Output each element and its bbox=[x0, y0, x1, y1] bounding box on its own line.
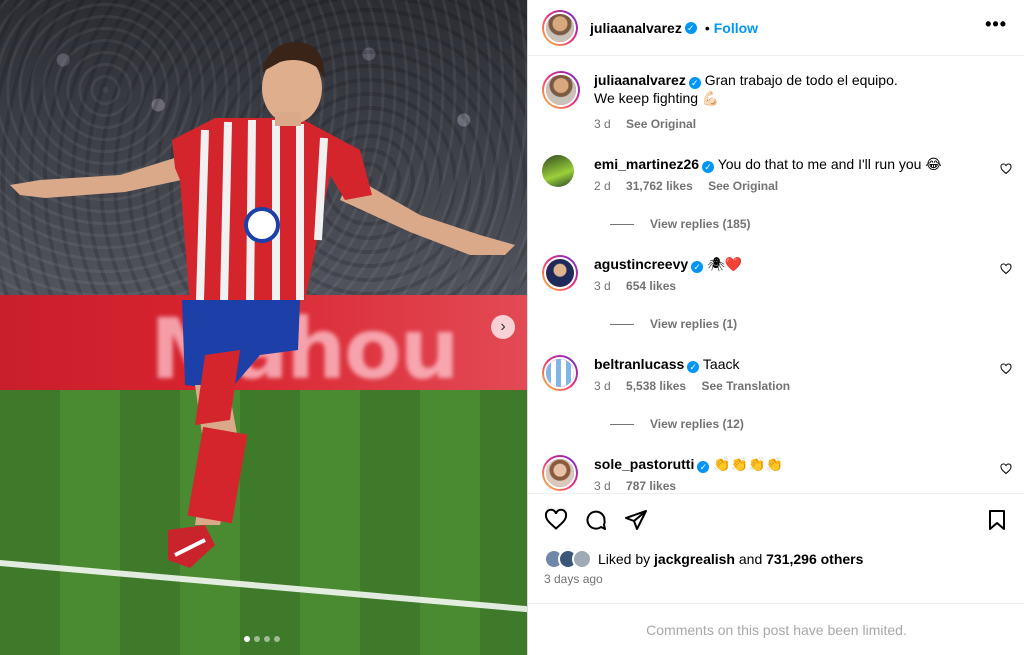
comment-item: emi_martinez26 ✓ You do that to me and I'… bbox=[542, 155, 1012, 245]
view-replies-label: View replies (185) bbox=[650, 217, 751, 231]
share-send-icon[interactable] bbox=[624, 508, 648, 532]
like-comment-heart-icon[interactable] bbox=[1000, 463, 1012, 475]
carousel-dot bbox=[244, 636, 250, 642]
replies-divider bbox=[610, 223, 634, 225]
comment-likes[interactable]: 787 likes bbox=[626, 479, 676, 493]
comment-age: 3 d bbox=[594, 479, 611, 493]
post-actions: Liked by jackgrealish and 731,296 others… bbox=[528, 493, 1024, 603]
replies-divider bbox=[610, 423, 634, 425]
view-replies-button[interactable]: View replies (185) bbox=[610, 217, 751, 231]
comments-limited-notice: Comments on this post have been limited. bbox=[528, 603, 1024, 655]
comment-avatar[interactable] bbox=[542, 455, 578, 491]
comment-bubble-icon[interactable] bbox=[584, 508, 608, 532]
see-original-link[interactable]: See Original bbox=[708, 179, 778, 193]
caption-text-line2: We keep fighting 💪🏻 bbox=[594, 90, 720, 106]
comment-username[interactable]: agustincreevy bbox=[594, 256, 688, 272]
comment-likes[interactable]: 654 likes bbox=[626, 279, 676, 293]
liked-by-others[interactable]: 731,296 others bbox=[766, 551, 863, 567]
see-original-link[interactable]: See Original bbox=[626, 117, 696, 131]
verified-badge-icon: ✓ bbox=[697, 461, 710, 473]
comment-likes[interactable]: 5,538 likes bbox=[626, 379, 686, 393]
post-side-panel: juliaanalvarez ✓ • Follow ••• juliaanalv… bbox=[527, 0, 1024, 655]
like-comment-heart-icon[interactable] bbox=[1000, 363, 1012, 375]
liked-by-and: and bbox=[738, 551, 763, 567]
replies-divider bbox=[610, 323, 634, 325]
author-avatar[interactable] bbox=[542, 9, 578, 46]
comment-age: 3 d bbox=[594, 379, 611, 393]
likes-summary: Liked by jackgrealish and 731,296 others bbox=[544, 549, 863, 569]
comment-avatar[interactable] bbox=[542, 155, 574, 187]
comment-avatar[interactable] bbox=[542, 355, 578, 391]
comment-avatar[interactable] bbox=[542, 255, 578, 291]
liker-avatars[interactable] bbox=[544, 549, 592, 569]
post-timestamp: 3 days ago bbox=[544, 572, 603, 586]
header-separator: • bbox=[704, 19, 710, 36]
carousel-indicator bbox=[244, 636, 280, 642]
verified-badge-icon: ✓ bbox=[688, 77, 701, 89]
more-options-icon[interactable]: ••• bbox=[985, 14, 1007, 35]
follow-button[interactable]: Follow bbox=[714, 20, 758, 36]
verified-badge-icon: ✓ bbox=[684, 21, 697, 34]
post-header: juliaanalvarez ✓ • Follow ••• bbox=[528, 0, 1024, 56]
caption-text: Gran trabajo de todo el equipo. bbox=[704, 72, 898, 88]
comment-text: 👏👏👏👏 bbox=[713, 456, 783, 472]
comment-username[interactable]: emi_martinez26 bbox=[594, 156, 699, 172]
instagram-post-view: Mahou › juliaanalvarez ✓ • Follow ••• ju… bbox=[0, 0, 1024, 655]
comment-item: agustincreevy ✓ 🕷❤️ 3 d 654 likes bbox=[542, 255, 1012, 345]
chevron-right-icon: › bbox=[500, 318, 506, 335]
comment-text: 🕷❤️ bbox=[707, 256, 743, 272]
verified-badge-icon: ✓ bbox=[702, 161, 715, 173]
like-comment-heart-icon[interactable] bbox=[1000, 263, 1012, 275]
post-caption: juliaanalvarez ✓ Gran trabajo de todo el … bbox=[542, 71, 1012, 131]
author-username[interactable]: juliaanalvarez bbox=[590, 20, 682, 36]
carousel-dot bbox=[274, 636, 280, 642]
view-replies-label: View replies (12) bbox=[650, 417, 744, 431]
comment-text: Taack bbox=[702, 356, 740, 372]
liker-avatar bbox=[572, 549, 592, 569]
comment-username[interactable]: beltranlucass bbox=[594, 356, 684, 372]
comments-list[interactable]: juliaanalvarez ✓ Gran trabajo de todo el … bbox=[528, 57, 1024, 493]
see-translation-link[interactable]: See Translation bbox=[701, 379, 790, 393]
caption-username[interactable]: juliaanalvarez bbox=[594, 72, 686, 88]
liked-by-user[interactable]: jackgrealish bbox=[654, 551, 735, 567]
comment-age: 3 d bbox=[594, 279, 611, 293]
comment-text: You do that to me and I'll run you 😂 bbox=[717, 156, 942, 172]
verified-badge-icon: ✓ bbox=[691, 261, 704, 273]
caption-avatar[interactable] bbox=[542, 71, 580, 109]
carousel-next-button[interactable]: › bbox=[491, 315, 515, 339]
comment-username[interactable]: sole_pastorutti bbox=[594, 456, 694, 472]
comment-age: 2 d bbox=[594, 179, 611, 193]
view-replies-label: View replies (1) bbox=[650, 317, 738, 331]
player-figure bbox=[10, 41, 515, 568]
carousel-dot bbox=[264, 636, 270, 642]
comment-item: beltranlucass ✓ Taack 3 d 5,538 likes See… bbox=[542, 355, 1012, 445]
post-media[interactable]: Mahou › bbox=[0, 0, 527, 655]
caption-age: 3 d bbox=[594, 117, 611, 131]
view-replies-button[interactable]: View replies (1) bbox=[610, 317, 737, 331]
like-comment-heart-icon[interactable] bbox=[1000, 163, 1012, 175]
save-bookmark-icon[interactable] bbox=[985, 508, 1009, 532]
verified-badge-icon: ✓ bbox=[687, 361, 700, 373]
like-heart-icon[interactable] bbox=[544, 508, 568, 532]
liked-by-prefix: Liked by bbox=[598, 551, 651, 567]
comment-likes[interactable]: 31,762 likes bbox=[626, 179, 693, 193]
caption-body: juliaanalvarez ✓ Gran trabajo de todo el … bbox=[594, 71, 994, 133]
comment-item: sole_pastorutti ✓ 👏👏👏👏 3 d 787 likes bbox=[542, 455, 1012, 493]
carousel-dot bbox=[254, 636, 260, 642]
view-replies-button[interactable]: View replies (12) bbox=[610, 417, 744, 431]
